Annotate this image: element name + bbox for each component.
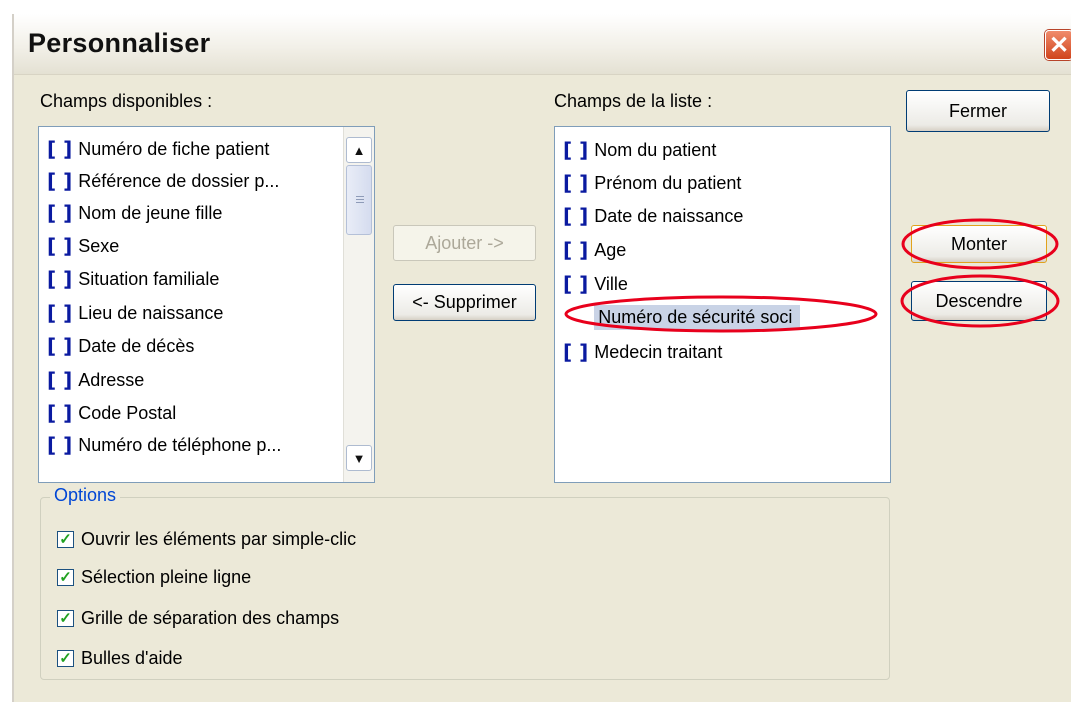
bracket-icon: [ ] xyxy=(47,433,73,457)
list-item[interactable]: [ ] Numéro de téléphone p... xyxy=(47,429,281,461)
remove-button[interactable]: <- Supprimer xyxy=(393,284,536,321)
list-item[interactable]: [ ] Ville xyxy=(563,268,628,300)
list-fields-label: Champs de la liste : xyxy=(554,91,713,111)
bracket-icon: [ ] xyxy=(563,138,589,162)
list-item[interactable]: [ ] Nom du patient xyxy=(563,134,716,166)
vertical-scrollbar[interactable]: ▲ ▼ xyxy=(343,127,374,482)
list-item[interactable]: [ ] Prénom du patient xyxy=(563,167,741,199)
bracket-icon: [ ] xyxy=(47,334,73,358)
bracket-icon: [ ] xyxy=(47,201,73,225)
checkbox-icon[interactable]: ✓ xyxy=(57,649,74,667)
bracket-icon: [ ] xyxy=(47,368,73,392)
list-item[interactable]: [ ] Medecin traitant xyxy=(563,336,722,368)
list-item[interactable]: [ ] Date de décès xyxy=(47,330,194,362)
list-item[interactable]: [ ] Date de naissance xyxy=(563,200,743,232)
checkbox-icon[interactable]: ✓ xyxy=(57,530,74,548)
chevron-up-icon[interactable]: ▲ xyxy=(346,137,372,163)
list-item-selected[interactable]: [ ]Numéro de sécurité soci xyxy=(563,301,801,333)
close-icon[interactable]: ✕ xyxy=(1045,30,1071,60)
option-tooltips[interactable]: ✓ Bulles d'aide xyxy=(57,645,183,671)
close-button[interactable]: Fermer xyxy=(906,90,1050,132)
list-item[interactable]: [ ] Age xyxy=(563,234,626,266)
option-single-click[interactable]: ✓ Ouvrir les éléments par simple-clic xyxy=(57,526,356,552)
list-item[interactable]: [ ] Adresse xyxy=(47,364,144,396)
move-up-button[interactable]: Monter xyxy=(911,225,1047,263)
bracket-icon: [ ] xyxy=(47,401,73,425)
options-title: Options xyxy=(50,485,121,506)
add-button[interactable]: Ajouter -> xyxy=(393,225,536,261)
bracket-icon: [ ] xyxy=(563,204,589,228)
scrollbar-thumb[interactable] xyxy=(346,165,372,235)
option-grid-lines[interactable]: ✓ Grille de séparation des champs xyxy=(57,605,339,631)
list-item[interactable]: [ ] Numéro de fiche patient xyxy=(47,133,269,165)
available-fields-label: Champs disponibles : xyxy=(40,91,213,111)
list-item[interactable]: [ ] Nom de jeune fille xyxy=(47,197,222,229)
list-item[interactable]: [ ] Situation familiale xyxy=(47,263,219,295)
dialog-title: Personnaliser xyxy=(28,28,211,58)
bracket-icon: [ ] xyxy=(47,137,73,161)
chevron-down-icon[interactable]: ▼ xyxy=(346,445,372,471)
bracket-icon: [ ] xyxy=(47,169,73,193)
list-item[interactable]: [ ] Lieu de naissance xyxy=(47,297,223,329)
checkbox-icon[interactable]: ✓ xyxy=(57,568,74,586)
list-item[interactable]: [ ] Sexe xyxy=(47,230,119,262)
bracket-icon: [ ] xyxy=(563,272,589,296)
bracket-icon: [ ] xyxy=(563,238,589,262)
grip-icon xyxy=(356,196,364,205)
available-fields-listbox[interactable]: [ ] Numéro de fiche patient [ ] Référence … xyxy=(38,126,375,483)
title-bar: Personnaliser ✕ xyxy=(14,14,1071,75)
bracket-icon: [ ] xyxy=(47,234,73,258)
bracket-icon: [ ] xyxy=(563,340,589,364)
list-item[interactable]: [ ] Code Postal xyxy=(47,397,176,429)
bracket-icon: [ ] xyxy=(47,301,73,325)
option-full-row-select[interactable]: ✓ Sélection pleine ligne xyxy=(57,564,251,590)
move-down-button[interactable]: Descendre xyxy=(911,281,1047,321)
bracket-icon: [ ] xyxy=(563,171,589,195)
list-fields-listbox[interactable]: [ ] Nom du patient [ ] Prénom du patient [… xyxy=(554,126,891,483)
checkbox-icon[interactable]: ✓ xyxy=(57,609,74,627)
bracket-icon: [ ] xyxy=(47,267,73,291)
list-item[interactable]: [ ] Référence de dossier p... xyxy=(47,165,279,197)
